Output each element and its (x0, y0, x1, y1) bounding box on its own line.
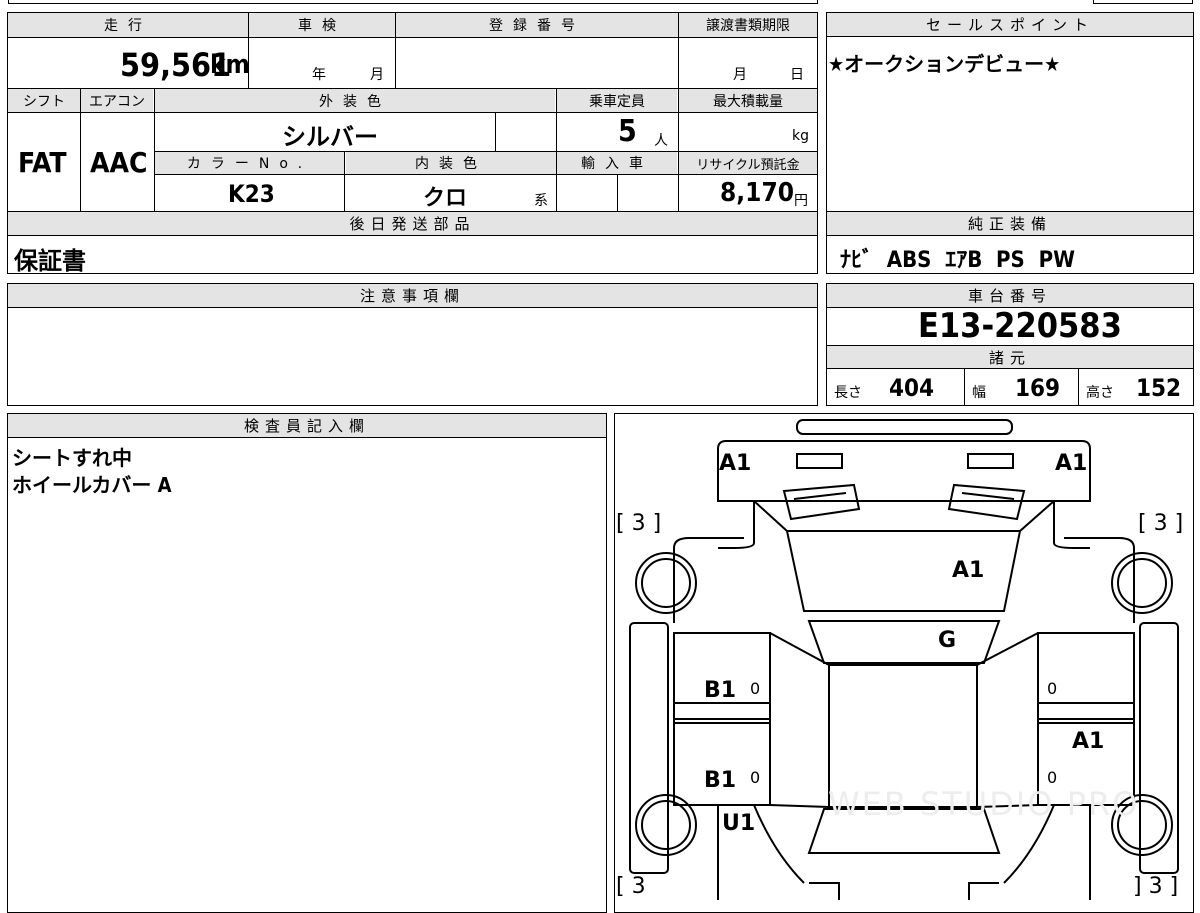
sales-box (826, 12, 1194, 212)
later-parts-value: 保証書 (14, 247, 86, 275)
length-value: 404 (889, 374, 935, 402)
exterior-value: シルバー (282, 123, 378, 151)
interior-suffix: 系 (534, 193, 548, 209)
zero-lf: 0 (750, 679, 761, 698)
reg-label: 登録番号 (396, 13, 678, 37)
interior-label: 内装色 (346, 152, 556, 174)
watermark: WEB STUDIO PRO (828, 785, 1140, 823)
later-parts-label: 後日発送部品 (8, 212, 817, 236)
equipment-label: 純正装備 (827, 212, 1193, 236)
rule (495, 112, 496, 151)
top-strip (8, 0, 818, 4)
interior-value: クロ (423, 186, 468, 211)
capacity-value: 5 (618, 114, 637, 149)
mark-tire-rl: [ 3 (616, 874, 646, 899)
capacity-label: 乗車定員 (557, 89, 677, 112)
mark-tire-rr: ] 3 ] (1133, 874, 1179, 899)
mark-front-right: A1 (1055, 451, 1088, 476)
load-label: 最大積載量 (679, 89, 817, 112)
chassis-value: E13-220583 (918, 306, 1122, 346)
rule (80, 89, 81, 212)
mark-tire-fl: [ 3 ] (616, 511, 662, 536)
mark-tire-fr: [ 3 ] (1138, 511, 1184, 536)
load-unit: kg (792, 128, 809, 144)
rule (678, 13, 679, 88)
deadline-label: 譲渡書類期限 (679, 13, 817, 37)
width-label: 幅 (972, 385, 986, 401)
rule (617, 174, 618, 212)
rule (155, 174, 818, 175)
shaken-month: 月 (370, 67, 384, 83)
rule (8, 112, 818, 113)
colorno-label: カラーNo. (155, 152, 344, 174)
car-diagram (629, 419, 1179, 900)
import-label: 輸入車 (557, 152, 677, 174)
height-label: 高さ (1086, 385, 1114, 401)
inspector-line2: ホイールカバー A (12, 473, 172, 497)
height-value: 152 (1136, 374, 1182, 402)
rule (8, 37, 818, 38)
notes-label: 注意事項欄 (8, 284, 817, 308)
ac-value: AAC (90, 146, 148, 179)
recycle-label: リサイクル預託金 (679, 152, 817, 174)
rule (395, 13, 396, 88)
mark-right-rear-door: A1 (1072, 729, 1105, 754)
length-label: 長さ (834, 385, 862, 401)
inspector-line1: シートすれ中 (12, 446, 132, 470)
equipment-value: ﾅﾋﾞ ABS ｴｱB PS PW (840, 248, 1075, 273)
rule (964, 369, 965, 406)
sales-label: セールスポイント (827, 13, 1193, 37)
rule (344, 151, 345, 212)
mark-left-front-door: B1 (704, 678, 737, 703)
mark-left-rear-door: B1 (704, 768, 737, 793)
deadline-day: 日 (790, 67, 804, 83)
shaken-year: 年 (312, 67, 326, 83)
dims-label: 諸元 (827, 345, 1193, 369)
ac-label: エアコン (81, 89, 153, 112)
exterior-label: 外装色 (155, 89, 555, 112)
mileage-label: 走行 (8, 13, 248, 37)
width-value: 169 (1015, 374, 1061, 402)
capacity-unit: 人 (654, 133, 668, 149)
mark-left-rear: U1 (722, 811, 756, 836)
top-strip-right (1093, 0, 1193, 4)
zero-rf: 0 (1047, 679, 1058, 698)
shift-label: シフト (8, 89, 80, 112)
sales-text: ★オークションデビュー★ (828, 52, 1061, 76)
mileage-unit: km (210, 50, 250, 80)
mark-hood: A1 (952, 558, 985, 583)
recycle-value: 8,170 (720, 178, 794, 208)
mark-windshield: G (938, 628, 957, 653)
inspector-label: 検査員記入欄 (8, 414, 606, 438)
rule (1078, 369, 1079, 406)
mark-front-left: A1 (719, 451, 752, 476)
shaken-label: 車検 (249, 13, 395, 37)
shift-value: FAT (18, 146, 67, 179)
zero-lr: 0 (750, 768, 761, 787)
recycle-unit: 円 (794, 193, 808, 209)
deadline-month: 月 (733, 67, 747, 83)
zero-rr: 0 (1047, 768, 1058, 787)
chassis-label: 車台番号 (827, 284, 1193, 308)
colorno-value: K23 (228, 180, 275, 208)
